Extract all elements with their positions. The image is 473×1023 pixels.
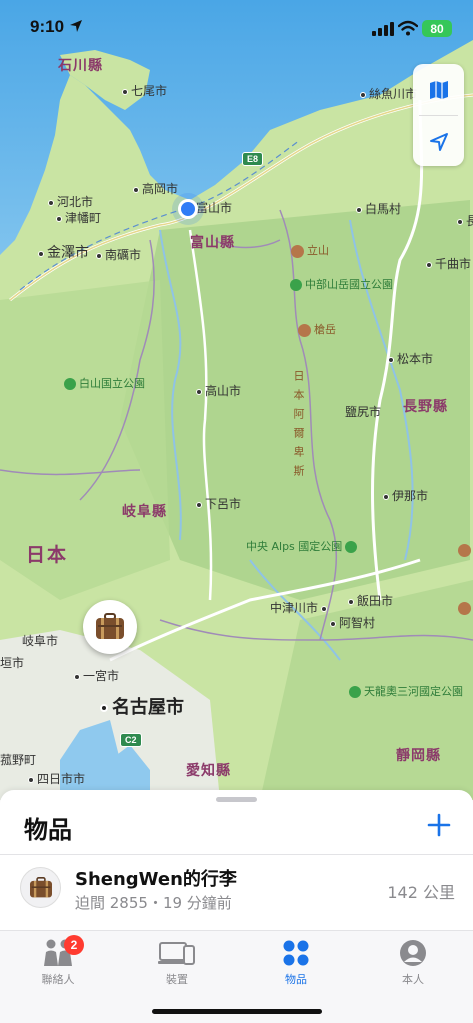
mountain-label: 槍岳 [298, 321, 336, 337]
mountain-label: 立山 [291, 242, 329, 258]
city-label: 伊那市 [383, 487, 428, 504]
devices-icon [158, 942, 195, 965]
current-location-dot [178, 199, 198, 219]
tab-label: 物品 [285, 973, 307, 986]
city-label: 高岡市 [133, 180, 178, 197]
city-label: 阿智村 [330, 614, 375, 631]
city-label: 岐阜市 [22, 634, 59, 648]
prefecture-label-shizuoka: 靜岡縣 [396, 748, 441, 764]
home-indicator [152, 1009, 322, 1014]
items-sheet: 物品 ShengWen的行李 迫間 2855・19 分鐘前 142 公里 2 聯… [0, 790, 473, 1023]
tab-devices[interactable]: 裝置 [137, 937, 217, 987]
city-label: 下呂市 [196, 495, 241, 512]
city-label: 鹽尻市 [345, 405, 382, 419]
tab-items[interactable]: 物品 [256, 937, 336, 987]
park-label: 天龍奧三河國定公園 [349, 683, 463, 699]
status-bar: 9:10 80 [0, 0, 473, 56]
battery-indicator: 80 [422, 20, 452, 37]
map-mode-button[interactable] [413, 64, 464, 115]
highway-shield-e8: E8 [242, 152, 264, 166]
city-label: 白馬村 [356, 200, 401, 217]
item-distance: 142 公里 [387, 883, 455, 902]
item-avatar [20, 867, 61, 908]
park-label: 白山国立公園 [64, 375, 145, 391]
person-circle-icon [400, 940, 426, 966]
mountain-range-label: 日本阿爾卑斯 [292, 370, 305, 484]
city-label: 長 [457, 212, 473, 229]
mountain-label [458, 543, 473, 557]
map-icon [429, 80, 448, 99]
luggage-icon [29, 876, 52, 897]
prefecture-label-ishikawa: 石川縣 [58, 58, 103, 74]
tab-label: 聯絡人 [41, 973, 75, 986]
city-label: 富山市 [196, 201, 233, 215]
prefecture-label-toyama: 富山縣 [190, 235, 235, 251]
map-controls [413, 64, 464, 166]
park-label: 中部山岳國立公園 [290, 276, 393, 292]
country-label-japan: 日本 [26, 544, 69, 566]
sheet-title: 物品 [24, 816, 72, 844]
tab-me[interactable]: 本人 [373, 937, 453, 987]
item-location-time: 迫間 2855・19 分鐘前 [75, 894, 232, 912]
prefecture-label-aichi: 愛知縣 [186, 763, 231, 779]
tab-label: 本人 [402, 973, 424, 986]
city-label: 菰野町 [0, 753, 37, 767]
status-time: 9:10 [30, 17, 83, 37]
city-label: 南礪市 [96, 246, 141, 263]
item-map-pin[interactable] [83, 600, 137, 654]
city-label: 津幡町 [56, 209, 101, 226]
cellular-signal-icon [372, 22, 394, 36]
add-item-button[interactable] [426, 812, 452, 838]
highway-shield-c2: C2 [120, 733, 142, 747]
city-label: 松本市 [388, 350, 433, 367]
park-label: 中央 Alps 國定公園 [246, 538, 360, 554]
city-label: 千曲市 [426, 255, 471, 272]
sheet-grabber[interactable] [216, 797, 257, 802]
city-label: 金澤市 [38, 242, 89, 262]
locate-me-button[interactable] [413, 116, 464, 167]
city-label: 一宮市 [74, 667, 119, 684]
tab-label: 裝置 [166, 973, 188, 986]
location-services-icon [69, 20, 82, 32]
luggage-icon [96, 613, 124, 639]
city-label: 高山市 [196, 382, 241, 399]
location-arrow-icon [429, 132, 448, 151]
mountain-label [458, 601, 473, 615]
city-label: 四日市市 [28, 770, 85, 787]
wifi-icon [398, 20, 418, 36]
tab-people[interactable]: 2 聯絡人 [18, 935, 98, 987]
map-view[interactable]: 石川縣 富山縣 長野縣 岐阜縣 愛知縣 靜岡縣 日本 七尾市 絲魚川市 高岡市 … [0, 0, 473, 800]
city-label: 七尾市 [122, 82, 167, 99]
city-label: 絲魚川市 [360, 85, 417, 102]
prefecture-label-gifu: 岐阜縣 [122, 504, 167, 520]
prefecture-label-nagano: 長野縣 [403, 399, 448, 415]
city-label: 垣市 [0, 656, 25, 670]
city-label-nagoya: 名古屋市 [100, 693, 184, 719]
plus-icon [427, 813, 451, 837]
city-label: 中津川市 [270, 599, 330, 616]
notification-badge: 2 [64, 935, 84, 955]
tab-bar: 2 聯絡人 裝置 物品 本人 [0, 930, 473, 1023]
items-grid-icon [283, 940, 309, 966]
item-name: ShengWen的行李 [75, 869, 237, 890]
city-label: 飯田市 [348, 592, 393, 609]
list-item[interactable]: ShengWen的行李 迫間 2855・19 分鐘前 142 公里 [0, 855, 473, 925]
city-label: 河北市 [48, 193, 93, 210]
